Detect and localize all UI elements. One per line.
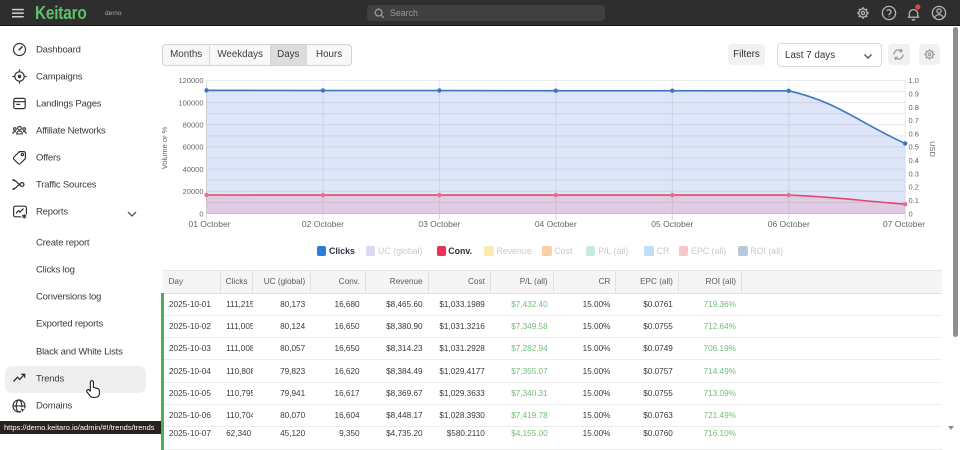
svg-text:20000: 20000	[183, 187, 204, 196]
svg-text:0.1: 0.1	[909, 196, 919, 205]
svg-text:06 October: 06 October	[768, 219, 810, 229]
svg-text:USD: USD	[928, 141, 937, 157]
svg-text:60000: 60000	[183, 143, 204, 152]
svg-text:0: 0	[199, 209, 203, 218]
svg-text:120000: 120000	[178, 76, 203, 85]
svg-text:0.6: 0.6	[909, 129, 919, 138]
svg-text:02 October: 02 October	[302, 219, 344, 229]
svg-text:0.9: 0.9	[909, 90, 919, 99]
svg-text:07 October: 07 October	[883, 219, 925, 229]
svg-text:1.0: 1.0	[909, 76, 919, 85]
svg-text:0.5: 0.5	[909, 143, 919, 152]
svg-text:40000: 40000	[183, 165, 204, 174]
svg-text:03 October: 03 October	[418, 219, 460, 229]
svg-text:05 October: 05 October	[651, 219, 693, 229]
svg-text:0.7: 0.7	[909, 116, 919, 125]
svg-text:0.3: 0.3	[909, 169, 919, 178]
svg-text:100000: 100000	[178, 98, 203, 107]
svg-text:0.2: 0.2	[909, 183, 919, 192]
svg-text:0: 0	[909, 209, 913, 218]
svg-text:80000: 80000	[183, 121, 204, 130]
svg-text:0.8: 0.8	[909, 103, 919, 112]
svg-text:01 October: 01 October	[188, 219, 230, 229]
svg-text:0.4: 0.4	[909, 156, 919, 165]
svg-text:04 October: 04 October	[535, 219, 577, 229]
svg-text:Volume or %: Volume or %	[160, 126, 169, 169]
